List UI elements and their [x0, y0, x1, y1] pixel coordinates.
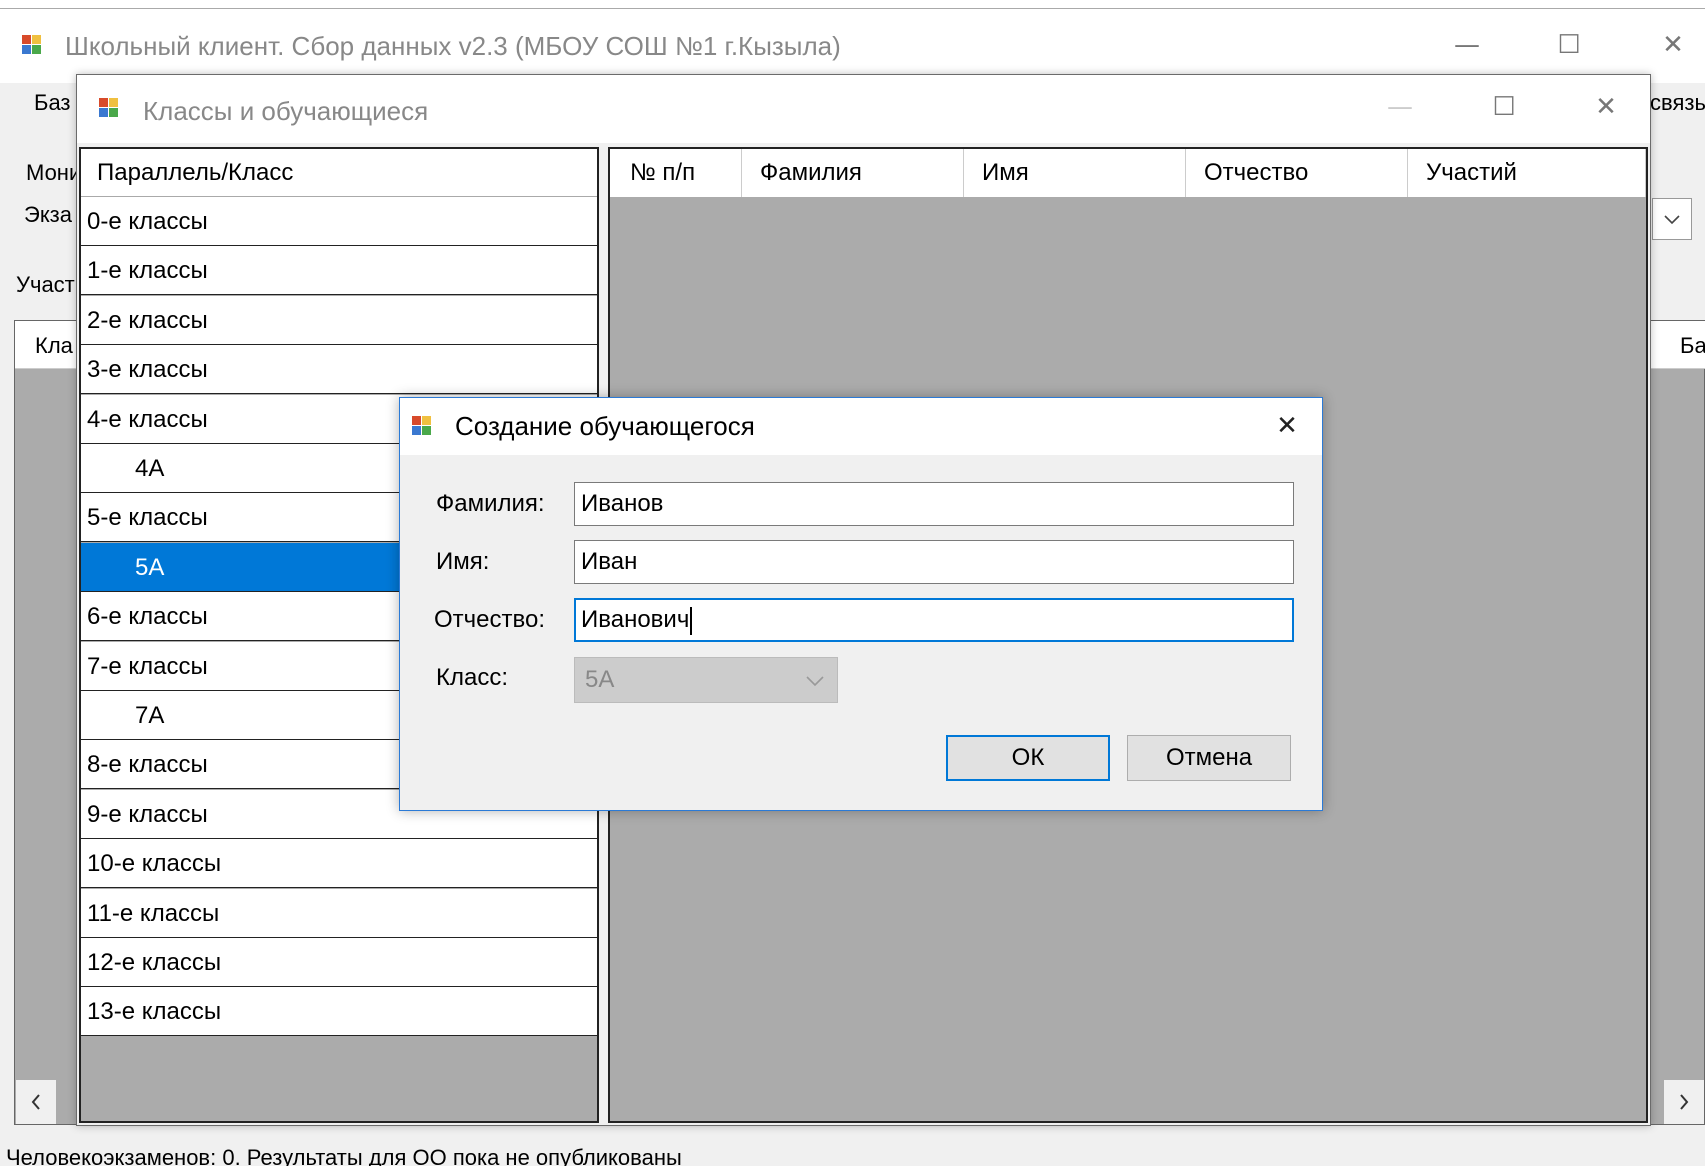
menu-item-link[interactable]: связь: [1650, 90, 1705, 116]
name-label: Имя:: [436, 548, 490, 575]
ok-button[interactable]: ОК: [946, 735, 1110, 781]
class-tree-header[interactable]: Параллель/Класс: [81, 149, 597, 197]
participants-label: Участ: [16, 272, 75, 297]
patronymic-value: Иванович: [581, 606, 690, 633]
close-icon: ✕: [1662, 30, 1684, 60]
minimize-button[interactable]: —: [1444, 25, 1490, 65]
minimize-icon: —: [1454, 30, 1480, 60]
class-dropdown: 5А: [574, 657, 838, 703]
classes-window-title: Классы и обучающиеся: [143, 96, 429, 126]
classes-close-button[interactable]: ✕: [1583, 87, 1629, 127]
main-grid-col-base[interactable]: Ба: [1680, 333, 1705, 359]
scroll-right-button[interactable]: [1664, 1080, 1704, 1124]
app-icon: [99, 98, 119, 118]
surname-value: Иванов: [581, 490, 664, 517]
cancel-button[interactable]: Отмена: [1127, 735, 1291, 781]
patronymic-label: Отчество:: [434, 606, 545, 633]
grid-column-header[interactable]: Имя: [964, 149, 1186, 197]
tree-row-parallel[interactable]: 11-е классы: [81, 888, 597, 938]
maximize-button[interactable]: ☐: [1546, 25, 1592, 65]
scroll-right-icon: [1680, 1094, 1689, 1110]
dialog-title-bar: Создание обучающегося ✕: [400, 398, 1322, 455]
grid-column-header[interactable]: № п/п: [610, 149, 742, 197]
minimize-icon: —: [1387, 92, 1413, 122]
main-window-title: Школьный клиент. Сбор данных v2.3 (МБОУ …: [65, 31, 841, 61]
tree-row-parallel[interactable]: 10-е классы: [81, 839, 597, 889]
tree-row-parallel[interactable]: 1-е классы: [81, 246, 597, 296]
dialog-title: Создание обучающегося: [455, 411, 755, 441]
tree-row-parallel[interactable]: 3-е классы: [81, 345, 597, 395]
scroll-left-button[interactable]: [16, 1080, 56, 1124]
classes-maximize-button[interactable]: ☐: [1481, 87, 1527, 127]
name-value: Иван: [581, 548, 638, 575]
grid-column-header[interactable]: Отчество: [1186, 149, 1408, 197]
close-button[interactable]: ✕: [1650, 25, 1696, 65]
text-caret: [690, 606, 693, 635]
close-icon: ✕: [1595, 92, 1617, 122]
main-grid-col-class[interactable]: Кла: [35, 333, 73, 359]
close-icon: ✕: [1276, 411, 1298, 441]
classes-minimize-button[interactable]: —: [1377, 87, 1423, 127]
class-dropdown-value: 5А: [585, 666, 615, 693]
status-bar-text: Человекоэкзаменов: 0. Результаты для ОО …: [0, 1146, 1705, 1166]
surname-field[interactable]: Иванов: [574, 482, 1294, 526]
tree-row-parallel[interactable]: 2-е классы: [81, 295, 597, 345]
exam-label: Экза: [24, 202, 73, 227]
app-icon: [22, 35, 42, 55]
monitoring-label: Мони: [26, 160, 82, 185]
app-icon: [412, 416, 432, 436]
maximize-icon: ☐: [1557, 30, 1581, 60]
main-title-bar: Школьный клиент. Сбор данных v2.3 (МБОУ …: [0, 8, 1705, 83]
chevron-down-icon: [1664, 215, 1680, 225]
tree-row-parallel[interactable]: 13-е классы: [81, 987, 597, 1037]
classes-title-bar: Классы и обучающиеся — ☐ ✕: [77, 75, 1650, 143]
create-student-dialog: Создание обучающегося ✕ Фамилия: Иванов …: [399, 397, 1323, 811]
class-label: Класс:: [436, 664, 508, 691]
grid-column-header[interactable]: Участий: [1408, 149, 1646, 197]
dialog-close-button[interactable]: ✕: [1264, 406, 1310, 446]
maximize-icon: ☐: [1492, 92, 1516, 122]
patronymic-field[interactable]: Иванович: [574, 598, 1294, 642]
surname-label: Фамилия:: [436, 490, 545, 517]
scroll-left-icon: [31, 1094, 40, 1110]
exam-dropdown[interactable]: [1652, 198, 1692, 240]
chevron-down-icon: [806, 676, 824, 687]
tree-row-parallel[interactable]: 0-е классы: [81, 197, 597, 246]
tree-row-parallel[interactable]: 12-е классы: [81, 938, 597, 987]
name-field[interactable]: Иван: [574, 540, 1294, 584]
menu-item-base[interactable]: Баз: [34, 90, 71, 116]
grid-column-header[interactable]: Фамилия: [742, 149, 964, 197]
